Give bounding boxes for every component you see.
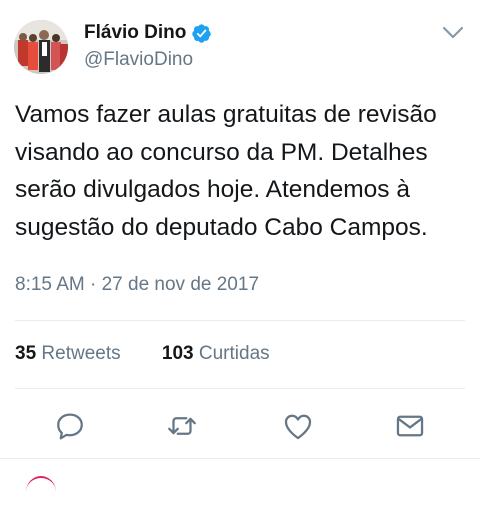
like-button[interactable]	[278, 404, 318, 448]
divider	[15, 388, 465, 389]
retweet-button[interactable]	[162, 404, 202, 448]
tweet-timestamp[interactable]: 8:15 AM · 27 de nov de 2017	[15, 274, 259, 296]
tweet-text: Vamos fazer aulas gratuitas de revisão v…	[15, 101, 437, 241]
author-name[interactable]: Flávio Dino	[84, 22, 186, 44]
next-tweet-avatar[interactable]	[26, 476, 56, 508]
tweet-card: Flávio Dino @FlavioDino Vamos fazer aula…	[0, 0, 480, 482]
likes-count: 103	[161, 343, 194, 364]
likes-stat[interactable]: 103 Curtidas	[162, 343, 270, 365]
envelope-icon	[396, 415, 424, 437]
divider	[0, 458, 480, 459]
reply-button[interactable]	[50, 404, 90, 448]
avatar-photo	[14, 20, 68, 74]
reply-icon	[57, 413, 83, 440]
divider	[15, 320, 465, 321]
verified-badge-icon	[192, 23, 212, 43]
author-handle[interactable]: @FlavioDino	[84, 49, 193, 71]
retweets-stat[interactable]: 35 Retweets	[15, 343, 121, 365]
retweet-icon	[168, 417, 196, 435]
author-avatar[interactable]	[14, 20, 68, 74]
chevron-down-icon[interactable]	[442, 26, 464, 40]
retweets-count: 35	[15, 343, 37, 364]
author-name-row: Flávio Dino	[84, 22, 212, 44]
share-button[interactable]	[390, 404, 430, 448]
heart-icon	[284, 414, 312, 440]
tweet-stats: 35 Retweets 103 Curtidas	[15, 343, 306, 365]
tweet-actions	[0, 404, 480, 448]
retweets-label: Retweets	[41, 343, 121, 364]
likes-label: Curtidas	[198, 343, 270, 364]
